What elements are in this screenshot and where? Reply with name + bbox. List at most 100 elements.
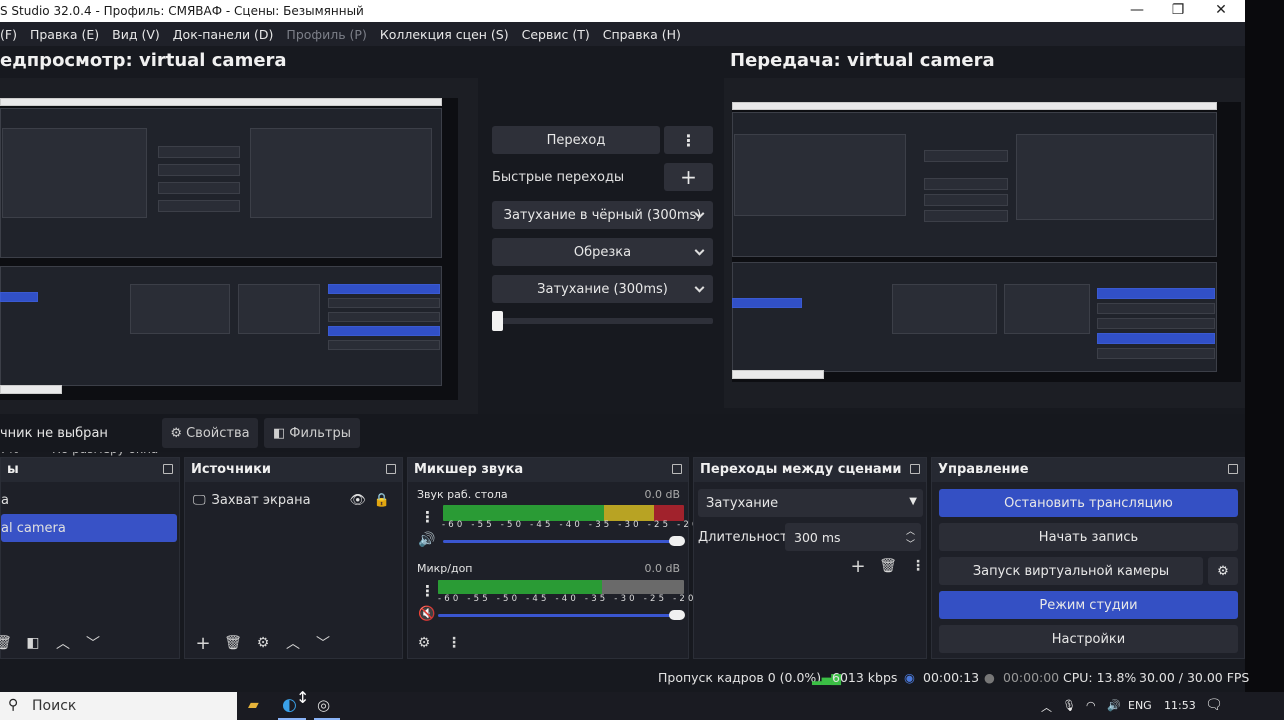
menu-profile: Профиль (P) (286, 26, 367, 42)
slider-knob[interactable] (669, 610, 685, 620)
chevron-up-icon[interactable]: ︿ (281, 633, 305, 653)
monitor-icon: 🖵 (193, 492, 206, 508)
eye-icon[interactable]: 👁 (349, 493, 366, 508)
maximize-button[interactable]: ❐ (1168, 2, 1188, 18)
clock[interactable]: 11:53 (1164, 699, 1196, 712)
volume-icon[interactable]: 🔊 (1107, 699, 1121, 712)
meter-zone (653, 505, 684, 521)
duration-spinbox[interactable]: 300 ms ︿ ﹀ (785, 523, 921, 551)
audio-mixer-header: Микшер звука (408, 458, 688, 482)
language-indicator[interactable]: ENG (1128, 699, 1152, 712)
undock-icon[interactable] (672, 464, 682, 474)
scene-item[interactable]: а (1, 486, 177, 514)
wifi-icon[interactable]: ◠ (1086, 699, 1096, 712)
quick-transition-fade-black[interactable]: Затухание в чёрный (300ms) (492, 201, 713, 229)
transition-menu-button[interactable]: ⋮ (664, 126, 713, 154)
lock-icon[interactable]: 🔒 (374, 493, 390, 508)
preview-title: едпросмотр: virtual camera (0, 50, 287, 71)
meter-zone (602, 580, 654, 594)
settings-button[interactable]: Настройки (939, 625, 1238, 653)
stop-streaming-button[interactable]: Остановить трансляцию (939, 489, 1238, 517)
add-quick-transition-button[interactable]: + (664, 163, 713, 191)
undock-icon[interactable] (910, 464, 920, 474)
taskbar-search[interactable]: ⚲ Поиск (0, 692, 237, 720)
track-db: 0.0 dB (644, 562, 680, 575)
undock-icon[interactable] (386, 464, 396, 474)
preview-canvas[interactable] (0, 98, 458, 400)
trash-icon[interactable]: 🗑 (876, 556, 900, 576)
bitrate: 6013 kbps (832, 670, 898, 685)
transition-select[interactable]: Затухание ▼ (698, 489, 923, 517)
menu-scene-collection[interactable]: Коллекция сцен (S) (380, 27, 509, 42)
plus-icon[interactable]: + (846, 556, 870, 577)
chevron-up-icon[interactable]: ︿ (906, 524, 915, 537)
chevron-down-icon[interactable]: ﹀ (81, 633, 105, 653)
desktop-volume-slider[interactable] (443, 536, 685, 546)
tbar-handle[interactable] (492, 311, 503, 331)
mixer-toolbar: ⚙ ⋮ (412, 632, 472, 654)
source-item[interactable]: 🖵 Захват экрана 👁 🔒 (193, 486, 398, 514)
close-button[interactable]: ✕ (1211, 2, 1231, 18)
more-vertical-icon[interactable]: ⋮ (420, 508, 435, 526)
quick-transition-fade[interactable]: Затухание (300ms) (492, 275, 713, 303)
track-db: 0.0 dB (644, 488, 680, 501)
chevron-up-icon[interactable]: ︿ (1041, 699, 1052, 715)
chevron-down-icon (694, 245, 705, 256)
menu-docks[interactable]: Док-панели (D) (173, 27, 274, 42)
transition-button[interactable]: Переход (492, 126, 660, 154)
obs-icon[interactable]: ◎ (317, 696, 330, 714)
speaker-muted-icon[interactable]: 🔇 (418, 606, 435, 622)
scene-item-selected[interactable]: al camera (1, 514, 177, 542)
minimize-button[interactable]: — (1127, 2, 1147, 18)
plus-icon: + (680, 165, 697, 189)
quick-transition-cut[interactable]: Обрезка (492, 238, 713, 266)
chevron-up-icon[interactable]: ︿ (51, 633, 75, 653)
start-recording-button[interactable]: Начать запись (939, 523, 1238, 551)
menu-edit[interactable]: Правка (E) (30, 27, 99, 42)
program-canvas (732, 102, 1241, 382)
chevron-down-icon[interactable]: ﹀ (906, 537, 915, 550)
meter-level (438, 580, 446, 594)
edge-icon[interactable]: ◐ (282, 695, 297, 715)
mixer-settings-icon[interactable]: ⚙ (412, 633, 436, 653)
folder-icon[interactable]: ▰ (248, 697, 259, 713)
mic-volume-slider[interactable] (438, 610, 685, 620)
status-bar: Пропуск кадров 0 (0.0%) ▂▄▆ 6013 kbps ◉ … (0, 663, 1249, 692)
speaker-icon[interactable]: 🔊 (418, 532, 435, 548)
cpu-usage: CPU: 13.8% (1063, 670, 1137, 685)
record-time: 00:00:00 (1003, 670, 1060, 685)
undock-icon[interactable] (1228, 464, 1238, 474)
preview-frame (0, 78, 478, 438)
meter-zone (443, 505, 604, 521)
track-name: Звук раб. стола (417, 488, 508, 501)
menu-view[interactable]: Вид (V) (112, 27, 160, 42)
microphone-icon[interactable]: 🎙 (1062, 699, 1076, 712)
virtual-camera-settings-button[interactable]: ⚙ (1208, 557, 1238, 585)
studio-mode-button[interactable]: Режим студии (939, 591, 1238, 619)
gear-icon[interactable]: ⚙ (251, 633, 275, 653)
menu-tools[interactable]: Сервис (T) (522, 27, 590, 42)
filter-icon[interactable]: ◧ (21, 633, 45, 653)
more-vertical-icon[interactable]: ⋮ (420, 582, 435, 600)
menu-file[interactable]: (F) (0, 27, 17, 42)
plus-icon[interactable]: + (191, 633, 215, 654)
more-vertical-icon[interactable]: ⋮ (906, 556, 930, 576)
filters-button[interactable]: ◧ Фильтры (264, 418, 360, 448)
track-name: Микр/доп (417, 562, 473, 575)
slider-knob[interactable] (669, 536, 685, 546)
transition-tbar[interactable] (492, 311, 713, 331)
scenes-dock-header: ы (1, 458, 179, 482)
notifications-icon[interactable]: 🗨 (1205, 697, 1223, 713)
mouse-cursor-icon: ↕ (296, 688, 310, 707)
sources-dock: Источники 🖵 Захват экрана 👁 🔒 + 🗑 ⚙ ︿ ﹀ (184, 457, 403, 659)
menu-help[interactable]: Справка (H) (603, 27, 681, 42)
quick-transitions-label: Быстрые переходы (492, 170, 625, 185)
chevron-down-icon[interactable]: ﹀ (311, 633, 335, 653)
trash-icon[interactable]: 🗑 (0, 633, 15, 653)
start-virtual-camera-button[interactable]: Запуск виртуальной камеры (939, 557, 1203, 585)
properties-button[interactable]: ⚙ Свойства (162, 418, 258, 448)
gear-icon: ⚙ (170, 425, 183, 441)
trash-icon[interactable]: 🗑 (221, 633, 245, 653)
more-vertical-icon[interactable]: ⋮ (442, 633, 466, 653)
undock-icon[interactable] (163, 464, 173, 474)
